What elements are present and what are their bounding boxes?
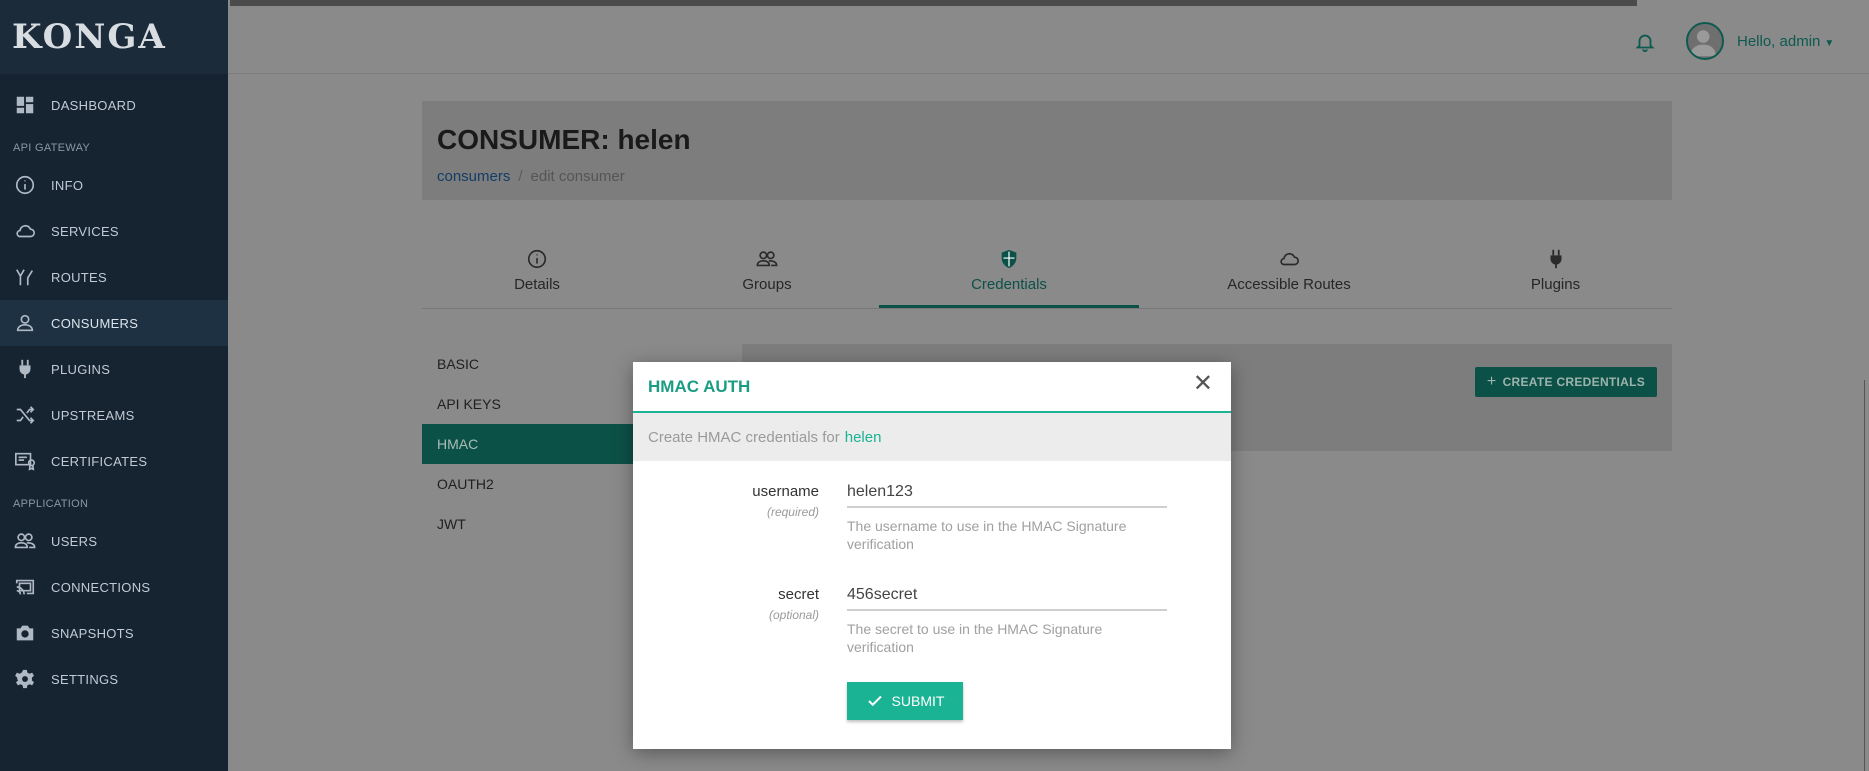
breadcrumb: consumers / edit consumer: [437, 168, 625, 185]
hmac-auth-modal: HMAC AUTH ✕ Create HMAC credentials for …: [633, 362, 1231, 749]
bell-icon[interactable]: [1634, 30, 1656, 54]
sidebar-item-label: CONSUMERS: [51, 315, 139, 331]
sidebar-item-settings[interactable]: SETTINGS: [0, 656, 228, 702]
modal-title: HMAC AUTH: [648, 377, 751, 396]
sidebar-item-label: SETTINGS: [51, 671, 119, 687]
sidebar-item-upstreams[interactable]: UPSTREAMS: [0, 392, 228, 438]
sidebar-item-label: INFO: [51, 177, 84, 193]
create-credentials-label: CREATE CREDENTIALS: [1502, 375, 1646, 389]
sidebar-item-dashboard[interactable]: DASHBOARD: [0, 82, 228, 128]
users-icon: [756, 251, 778, 267]
users-icon: [13, 529, 37, 553]
info-icon: [527, 249, 547, 269]
secret-input[interactable]: [847, 581, 1167, 611]
breadcrumb-consumers-link[interactable]: consumers: [437, 168, 510, 185]
sidebar-item-label: DASHBOARD: [51, 97, 137, 113]
section-api-gateway: API GATEWAY: [13, 142, 91, 154]
submit-button[interactable]: SUBMIT: [847, 682, 963, 720]
sidebar-item-connections[interactable]: CONNECTIONS: [0, 564, 228, 610]
credential-type-api-keys[interactable]: API KEYS: [422, 384, 635, 424]
sidebar-item-label: ROUTES: [51, 269, 107, 285]
sidebar-item-services[interactable]: SERVICES: [0, 208, 228, 254]
credential-type-basic[interactable]: BASIC: [422, 344, 635, 384]
tab-label: Accessible Routes: [1227, 276, 1351, 293]
credential-type-oauth2[interactable]: OAUTH2: [422, 464, 635, 504]
sidebar-item-label: PLUGINS: [51, 361, 111, 377]
credential-type-nav: BASIC API KEYS HMAC OAUTH2 JWT: [422, 344, 635, 544]
brand-logo[interactable]: KONGA: [0, 0, 228, 74]
username-input[interactable]: [847, 478, 1167, 508]
consumer-name-link[interactable]: helen: [845, 429, 882, 446]
sidebar-item-label: SNAPSHOTS: [51, 625, 134, 641]
tab-label: Credentials: [971, 276, 1047, 293]
tab-groups[interactable]: Groups: [652, 240, 882, 308]
sidebar-item-certificates[interactable]: CERTIFICATES: [0, 438, 228, 484]
certificate-icon: [13, 449, 37, 473]
close-icon[interactable]: ✕: [1193, 372, 1213, 396]
plus-icon: +: [1486, 373, 1497, 390]
username-help: The username to use in the HMAC Signatur…: [847, 518, 1127, 552]
breadcrumb-separator: /: [518, 168, 523, 185]
tab-details[interactable]: Details: [422, 240, 652, 308]
secret-help: The secret to use in the HMAC Signature …: [847, 621, 1103, 655]
caret-down-icon: ▼: [1824, 38, 1835, 49]
tab-label: Groups: [742, 276, 792, 293]
info-icon: [13, 173, 37, 197]
top-scrollbar[interactable]: [230, 0, 1637, 6]
create-credentials-button[interactable]: + CREATE CREDENTIALS: [1475, 367, 1657, 397]
shuffle-icon: [13, 403, 37, 427]
check-icon: [867, 695, 882, 707]
username-required-note: (required): [766, 505, 819, 519]
sidebar-item-label: CERTIFICATES: [51, 453, 148, 469]
plug-icon: [1549, 249, 1562, 269]
dashboard-icon: [13, 93, 37, 117]
greeting-text: Hello, admin: [1737, 33, 1821, 50]
sidebar-item-label: SERVICES: [51, 223, 119, 239]
sidebar-item-label: USERS: [51, 533, 98, 549]
avatar[interactable]: [1686, 22, 1724, 60]
username-label: username: [752, 483, 819, 500]
consumer-tabs: Details Groups Credentials Accessible Ro…: [422, 240, 1672, 309]
gear-icon: [13, 667, 37, 691]
sidebar-item-consumers[interactable]: CONSUMERS: [0, 300, 228, 346]
sidebar-item-info[interactable]: INFO: [0, 162, 228, 208]
modal-info-bar: Create HMAC credentials for helen: [633, 413, 1231, 461]
submit-label: SUBMIT: [891, 693, 945, 709]
user-icon: [13, 311, 37, 335]
modal-info-text: Create HMAC credentials for: [648, 428, 840, 446]
cloud-icon: [1280, 252, 1299, 266]
plug-icon: [13, 357, 37, 381]
tab-label: Plugins: [1530, 276, 1581, 293]
sidebar-item-label: CONNECTIONS: [51, 579, 151, 595]
credential-type-hmac[interactable]: HMAC: [422, 424, 635, 464]
sidebar-item-plugins[interactable]: PLUGINS: [0, 346, 228, 392]
secret-optional-note: (optional): [768, 608, 819, 622]
tab-plugins[interactable]: Plugins: [1439, 240, 1672, 308]
credential-type-jwt[interactable]: JWT: [422, 504, 635, 544]
section-application: APPLICATION: [13, 498, 89, 510]
sidebar-item-label: UPSTREAMS: [51, 407, 135, 423]
modal-header: HMAC AUTH ✕: [633, 362, 1231, 413]
tab-credentials[interactable]: Credentials: [879, 240, 1139, 308]
tab-label: Details: [514, 276, 560, 293]
tab-accessible-routes[interactable]: Accessible Routes: [1139, 240, 1439, 308]
camera-icon: [13, 621, 37, 645]
page-header: CONSUMER: helen consumers / edit consumer: [422, 101, 1672, 200]
secret-label: secret: [778, 586, 819, 603]
user-menu[interactable]: Hello, admin ▼: [1737, 33, 1834, 50]
shield-icon: [1001, 249, 1017, 269]
page-scrollbar[interactable]: [1864, 380, 1869, 771]
cast-icon: [13, 575, 37, 599]
routes-icon: [13, 265, 37, 289]
sidebar-item-routes[interactable]: ROUTES: [0, 254, 228, 300]
sidebar-item-users[interactable]: USERS: [0, 518, 228, 564]
cloud-icon: [13, 219, 37, 243]
top-bar: Hello, admin ▼: [228, 0, 1869, 74]
sidebar: KONGA DASHBOARD API GATEWAY INFO SERVICE…: [0, 0, 228, 771]
sidebar-item-snapshots[interactable]: SNAPSHOTS: [0, 610, 228, 656]
page-title: CONSUMER: helen: [437, 124, 691, 155]
breadcrumb-current: edit consumer: [530, 168, 625, 185]
